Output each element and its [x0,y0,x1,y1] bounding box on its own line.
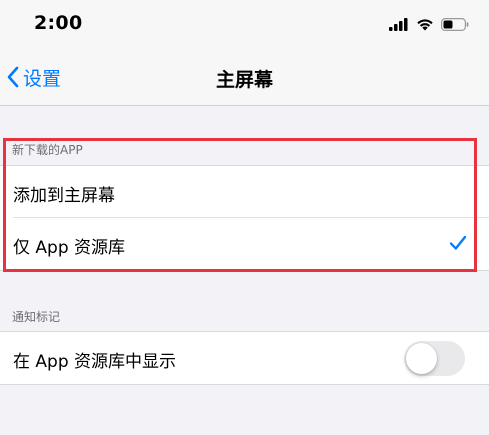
navigation-bar: 设置 主屏幕 [0,48,489,106]
option-label: 添加到主屏幕 [13,186,115,206]
status-time: 2:00 [34,12,83,34]
cellular-signal-icon [389,17,408,31]
toggle-knob[interactable] [406,343,437,374]
option-label: 在 App 资源库中显示 [13,352,177,372]
page-title: 主屏幕 [215,69,273,91]
option-add-to-home-screen[interactable]: 添加到主屏幕 [0,166,489,218]
status-icons [389,16,469,32]
option-show-in-app-library: 在 App 资源库中显示 [0,332,489,384]
wifi-icon [417,18,433,30]
status-bar: 2:00 [0,0,489,48]
battery-icon [441,17,469,31]
divider [0,270,489,271]
option-app-library-only[interactable]: 仅 App 资源库 [0,218,489,270]
checkmark-icon [449,235,467,250]
section-header-new-downloads: 新下载的APP [12,143,83,157]
divider [0,384,489,385]
section-header-notification-badges: 通知标记 [12,310,61,324]
option-label: 仅 App 资源库 [13,238,126,258]
show-in-app-library-toggle[interactable] [404,341,465,376]
